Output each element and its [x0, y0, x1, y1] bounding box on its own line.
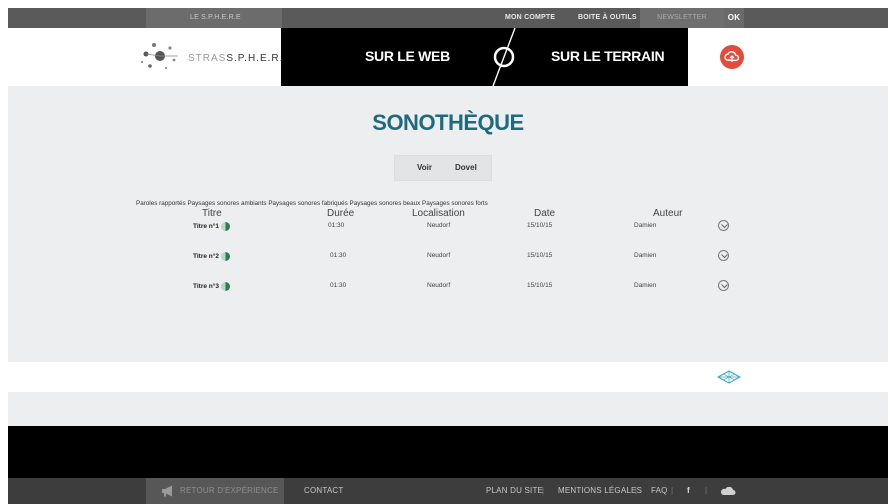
back-experience-label: RETOUR D'EXPÉRIENCE: [180, 486, 279, 495]
footer-separator: |: [542, 486, 545, 495]
tools-menu[interactable]: BOITE À OUTILS ▼: [578, 8, 645, 28]
row-date: 15/10/15: [527, 282, 553, 289]
top-bar-logo-text[interactable]: LE S.P.H.E.R.E: [190, 8, 241, 28]
nav-web[interactable]: SUR LE WEB: [365, 48, 450, 64]
category-fabriques[interactable]: Paysages sonores fabriqués: [268, 200, 347, 207]
category-ambiants[interactable]: Paysages sonores ambiants: [187, 200, 266, 207]
row-title: Titre n°3: [193, 283, 219, 291]
sphere-logo-icon: [140, 43, 178, 70]
table-row[interactable]: Titre n°2 01:30 Neudorf 15/10/15 Damien: [8, 250, 888, 266]
column-header-localisation[interactable]: Localisation: [412, 208, 465, 219]
soundcloud-icon[interactable]: [720, 487, 736, 496]
play-disc-icon[interactable]: [220, 282, 230, 291]
category-paroles[interactable]: Paroles rapportés: [136, 200, 186, 207]
page-title: SONOTHÈQUE: [372, 110, 524, 135]
row-title-cell: Titre n°3: [193, 282, 230, 291]
column-header-auteur[interactable]: Auteur: [653, 208, 682, 219]
row-duration: 01:30: [330, 252, 347, 259]
row-location: Neudorf: [427, 282, 451, 289]
column-header-duree[interactable]: Durée: [327, 208, 354, 219]
main-content: SONOTHÈQUE Voir Dovel Paroles rapportés …: [8, 86, 888, 362]
filter-buttons: Voir Dovel: [394, 155, 492, 181]
site-footer: RETOUR D'EXPÉRIENCE CONTACT PLAN DU SITE…: [8, 478, 888, 504]
row-title: Titre n°1: [193, 223, 219, 231]
account-link[interactable]: MON COMPTE: [505, 8, 555, 28]
play-disc-icon[interactable]: [220, 222, 230, 231]
cloud-upload-button[interactable]: [720, 45, 744, 69]
row-duration: 01:30: [328, 222, 345, 229]
row-author: Damien: [634, 252, 657, 259]
site-logo[interactable]: STRASS.P.H.E.R.E: [138, 40, 291, 74]
main-nav: SUR LE WEB SUR LE TERRAIN: [281, 28, 688, 86]
cloud-upload-icon: [724, 51, 740, 62]
filter-voir[interactable]: Voir: [417, 163, 432, 172]
expand-chevron-icon[interactable]: [718, 220, 729, 231]
table-row[interactable]: Titre n°1 01:30 Neudorf 15/10/15 Damien: [8, 220, 888, 236]
newsletter-ok-button[interactable]: OK: [724, 8, 744, 28]
back-experience-button[interactable]: RETOUR D'EXPÉRIENCE: [146, 478, 284, 504]
row-date: 15/10/15: [527, 222, 553, 229]
divider-circle-slash-icon: [492, 28, 516, 86]
page-frame: LE S.P.H.E.R.E MON COMPTE BOITE À OUTILS…: [8, 8, 888, 504]
category-list: Paroles rapportés Paysages sonores ambia…: [136, 200, 488, 207]
filter-dovel[interactable]: Dovel: [455, 163, 477, 172]
category-forts[interactable]: Paysages sonores forts: [422, 200, 488, 207]
footer-separator: |: [705, 486, 708, 495]
faq-link[interactable]: FAQ: [651, 486, 668, 495]
row-author: Damien: [634, 222, 657, 229]
nav-terrain[interactable]: SUR LE TERRAIN: [551, 48, 665, 64]
layers-grid-icon[interactable]: [717, 370, 741, 384]
contact-link[interactable]: CONTACT: [304, 486, 343, 495]
legal-link[interactable]: MENTIONS LÉGALES: [558, 486, 642, 495]
top-bar: LE S.P.H.E.R.E MON COMPTE BOITE À OUTILS…: [8, 8, 888, 28]
spacer-band: [8, 392, 888, 426]
footer-separator: |: [671, 486, 674, 495]
column-header-titre[interactable]: Titre: [202, 208, 222, 219]
row-title-cell: Titre n°2: [193, 252, 230, 261]
row-date: 15/10/15: [527, 252, 553, 259]
row-author: Damien: [634, 282, 657, 289]
column-header-date[interactable]: Date: [534, 208, 555, 219]
logo-prefix: STRAS: [188, 53, 227, 64]
megaphone-icon: [162, 485, 172, 497]
expand-chevron-icon[interactable]: [718, 280, 729, 291]
row-title-cell: Titre n°1: [193, 222, 230, 231]
site-header: STRASS.P.H.E.R.E SUR LE WEB SUR LE TERRA…: [8, 28, 888, 86]
row-title: Titre n°2: [193, 253, 219, 261]
tools-menu-label: BOITE À OUTILS: [578, 14, 637, 21]
expand-chevron-icon[interactable]: [718, 250, 729, 261]
row-location: Neudorf: [427, 222, 451, 229]
category-beaux[interactable]: Paysages sonores beaux: [350, 200, 421, 207]
row-location: Neudorf: [427, 252, 451, 259]
footer-separator: |: [635, 486, 638, 495]
site-logo-text: STRASS.P.H.E.R.E: [188, 53, 291, 64]
top-bar-logo-segment[interactable]: LE S.P.H.E.R.E: [146, 8, 282, 28]
sitemap-link[interactable]: PLAN DU SITE: [486, 486, 543, 495]
facebook-icon[interactable]: f: [687, 486, 690, 495]
black-band: [8, 426, 888, 478]
newsletter-input[interactable]: NEWSLETTER: [640, 8, 724, 28]
section-divider-band: [8, 362, 888, 392]
row-duration: 01:30: [330, 282, 347, 289]
table-row[interactable]: Titre n°3 01:30 Neudorf 15/10/15 Damien: [8, 280, 888, 296]
play-disc-icon[interactable]: [220, 252, 230, 261]
